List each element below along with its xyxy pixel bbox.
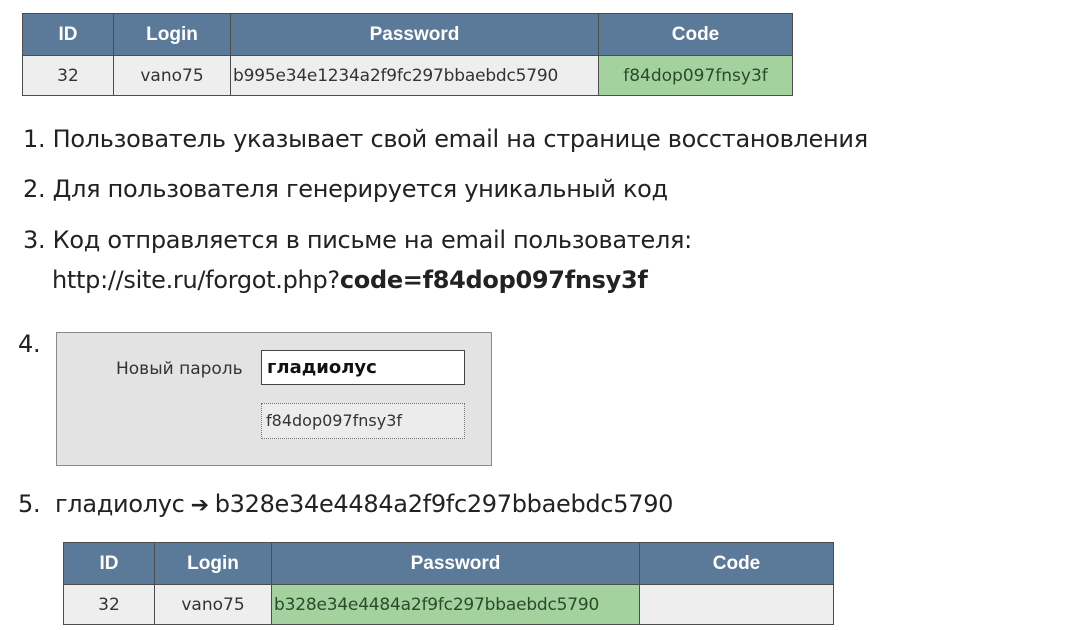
column-header-id: ID xyxy=(63,542,155,585)
column-header-password: Password xyxy=(230,13,599,56)
cell-login: vano75 xyxy=(113,55,231,96)
column-header-password: Password xyxy=(271,542,640,585)
reset-link: http://site.ru/forgot.php?code=f84dop097… xyxy=(52,266,648,294)
cell-id: 32 xyxy=(63,584,155,625)
reset-link-code-param: code=f84dop097fnsy3f xyxy=(339,266,648,294)
step-5-text: 5. гладиолус ➔ b328e34e4484a2f9fc297bbaebd… xyxy=(18,490,673,518)
step-5-number: 5. xyxy=(18,490,41,518)
password-reset-form: Новый пароль гладиолус f84dop097fnsy3f xyxy=(56,332,492,466)
column-header-code: Code xyxy=(639,542,834,585)
table-header-row: ID Login Password Code xyxy=(22,13,793,56)
step-5-hash: b328e34e4484a2f9fc297bbaebdc5790 xyxy=(214,490,674,518)
table-row: 32 vano75 b995e34e1234a2f9fc297bbaebdc57… xyxy=(22,55,793,96)
new-password-input[interactable]: гладиолус xyxy=(261,350,465,385)
table-row: 32 vano75 b328e34e4484a2f9fc297bbaebdc57… xyxy=(63,584,834,625)
cell-code-highlighted: f84dop097fnsy3f xyxy=(598,55,793,96)
arrow-right-icon: ➔ xyxy=(190,493,209,518)
step-3-text: 3. Код отправляется в письме на email по… xyxy=(23,226,692,254)
column-header-login: Login xyxy=(113,13,231,56)
cell-login: vano75 xyxy=(154,584,272,625)
table-header-row: ID Login Password Code xyxy=(63,542,834,585)
reset-link-prefix: http://site.ru/forgot.php? xyxy=(52,266,340,294)
step-5-password: гладиолус xyxy=(54,490,185,518)
cell-code-empty xyxy=(639,584,834,625)
users-table-before: ID Login Password Code 32 vano75 b995e34… xyxy=(22,13,793,96)
step-1-text: 1. Пользователь указывает свой email на … xyxy=(23,125,868,153)
cell-password-hash-highlighted: b328e34e4484a2f9fc297bbaebdc5790 xyxy=(271,584,640,625)
column-header-code: Code xyxy=(598,13,793,56)
step-4-number: 4. xyxy=(18,330,41,358)
step-2-text: 2. Для пользователя генерируется уникаль… xyxy=(23,175,668,203)
new-password-label: Новый пароль xyxy=(116,359,243,379)
users-table-after: ID Login Password Code 32 vano75 b328e34… xyxy=(63,542,834,625)
cell-password-hash: b995e34e1234a2f9fc297bbaebdc5790 xyxy=(230,55,599,96)
column-header-login: Login xyxy=(154,542,272,585)
column-header-id: ID xyxy=(22,13,114,56)
cell-id: 32 xyxy=(22,55,114,96)
hidden-code-field[interactable]: f84dop097fnsy3f xyxy=(261,403,465,439)
